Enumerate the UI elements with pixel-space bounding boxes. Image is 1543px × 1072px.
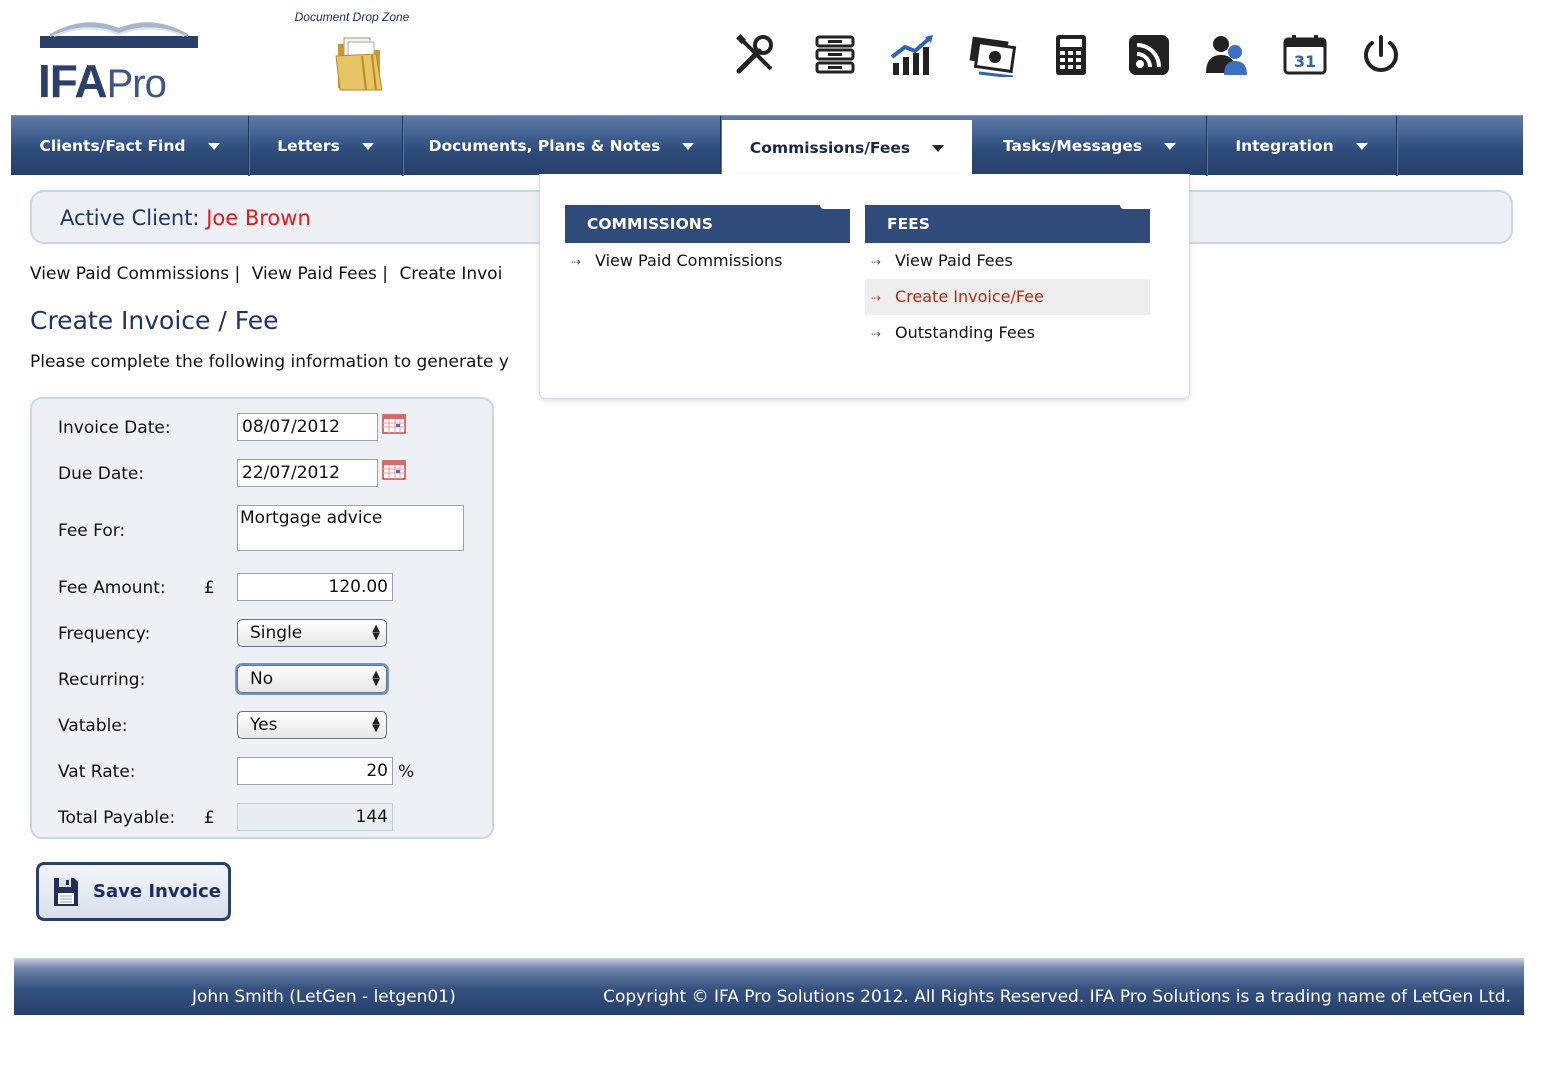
footer: John Smith (LetGen - letgen01) Copyright… <box>14 958 1524 1015</box>
logo-book-icon <box>40 22 198 48</box>
link-create-invoice[interactable]: Create Invoi <box>399 264 502 284</box>
dropdown-arrow-icon <box>207 142 220 150</box>
menu-item-outstanding-fees[interactable]: ⇢ Outstanding Fees <box>865 315 1150 351</box>
menu-item-view-paid-commissions[interactable]: ⇢ View Paid Commissions <box>565 243 850 279</box>
fees-header: FEES <box>865 205 1150 243</box>
due-date-label: Due Date: <box>58 464 145 484</box>
commissions-header: COMMISSIONS <box>565 205 850 243</box>
dropdown-arrow-icon <box>361 142 374 150</box>
page-intro: Please complete the following informatio… <box>30 352 509 372</box>
calendar-icon[interactable]: 31 <box>1280 30 1330 80</box>
commissions-column: COMMISSIONS ⇢ View Paid Commissions <box>565 205 850 279</box>
recurring-label: Recurring: <box>58 670 146 690</box>
link-view-paid-fees[interactable]: View Paid Fees | <box>252 264 388 284</box>
vat-rate-label: Vat Rate: <box>58 762 136 782</box>
total-payable-value: 144 <box>237 803 393 831</box>
select-arrows-icon: ▲ ▼ <box>372 669 380 688</box>
invoice-date-input[interactable]: 08/07/2012 <box>237 413 378 441</box>
arrow-right-icon: ⇢ <box>871 327 882 341</box>
fees-column: FEES ⇢ View Paid Fees ⇢ Create Invoice/Fee… <box>865 205 1150 351</box>
frequency-select[interactable]: Single ▲ ▼ <box>237 619 387 647</box>
nav-label: Letters <box>277 137 340 155</box>
fee-for-textarea[interactable]: Mortgage advice <box>237 505 464 551</box>
link-view-paid-commissions[interactable]: View Paid Commissions | <box>30 264 240 284</box>
due-date-input[interactable]: 22/07/2012 <box>237 459 378 487</box>
nav-label: Tasks/Messages <box>1002 137 1143 155</box>
nav-clients-fact-find[interactable]: Clients/Fact Find <box>11 116 249 176</box>
filing-icon[interactable] <box>810 30 860 80</box>
footer-copyright: Copyright © IFA Pro Solutions 2012. All … <box>603 987 1511 1007</box>
vatable-value: Yes <box>250 715 278 735</box>
total-payable-label: Total Payable: <box>58 808 176 828</box>
menu-item-label: Create Invoice/Fee <box>895 287 1044 306</box>
recurring-select[interactable]: No ▲ ▼ <box>237 665 387 693</box>
nav-label: Commissions/Fees <box>749 139 911 157</box>
nav-documents-plans-notes[interactable]: Documents, Plans & Notes <box>403 116 721 176</box>
vatable-label: Vatable: <box>58 716 128 736</box>
active-client-label: Active Client: Joe Brown <box>60 206 311 230</box>
calendar-day: 31 <box>1294 52 1316 71</box>
nav-commissions-fees[interactable]: Commissions/Fees <box>722 120 972 176</box>
select-arrows-icon: ▲ ▼ <box>372 715 380 734</box>
main-nav: Clients/Fact Find Letters Documents, Pla… <box>11 115 1523 176</box>
vat-rate-input[interactable]: 20 <box>237 757 393 785</box>
tools-icon[interactable] <box>730 30 780 80</box>
menu-item-label: View Paid Commissions <box>595 251 783 270</box>
arrow-right-icon: ⇢ <box>571 255 582 269</box>
nav-label: Clients/Fact Find <box>39 137 186 155</box>
fee-amount-input[interactable]: 120.00 <box>237 573 393 601</box>
menu-item-view-paid-fees[interactable]: ⇢ View Paid Fees <box>865 243 1150 279</box>
users-icon[interactable] <box>1202 30 1252 80</box>
nav-label: Integration <box>1235 137 1334 155</box>
frequency-value: Single <box>250 623 303 643</box>
menu-item-create-invoice-fee[interactable]: ⇢ Create Invoice/Fee <box>865 279 1150 315</box>
commissions-fees-dropdown: COMMISSIONS ⇢ View Paid Commissions FEES … <box>539 174 1190 399</box>
power-icon[interactable] <box>1356 30 1406 80</box>
dropdown-arrow-icon <box>682 142 695 150</box>
invoice-form: Invoice Date: 08/07/2012 Due Date: 22/07… <box>30 397 494 839</box>
footer-user: John Smith (LetGen - letgen01) <box>192 987 456 1007</box>
sub-links: View Paid Commissions | View Paid Fees |… <box>30 264 508 284</box>
percent-symbol: % <box>398 762 415 782</box>
calendar-picker-icon[interactable] <box>382 460 406 480</box>
nav-integration[interactable]: Integration <box>1207 116 1397 176</box>
page-title: Create Invoice / Fee <box>30 306 279 335</box>
nav-tasks-messages[interactable]: Tasks/Messages <box>973 116 1207 176</box>
save-invoice-label: Save Invoice <box>93 881 221 902</box>
calendar-picker-icon[interactable] <box>382 414 406 434</box>
floppy-disk-icon <box>54 877 78 906</box>
frequency-label: Frequency: <box>58 624 151 644</box>
dropdown-arrow-icon <box>1355 142 1368 150</box>
dropdown-arrow-icon <box>1164 142 1177 150</box>
money-icon[interactable] <box>968 30 1018 80</box>
currency-symbol: £ <box>204 578 215 598</box>
document-drop-zone[interactable]: Document Drop Zone <box>282 10 422 100</box>
rss-icon[interactable] <box>1124 30 1174 80</box>
arrow-right-icon: ⇢ <box>871 255 882 269</box>
folder-icon <box>335 37 383 91</box>
select-arrows-icon: ▲ ▼ <box>372 623 380 642</box>
invoice-date-label: Invoice Date: <box>58 418 171 438</box>
recurring-value: No <box>250 669 274 689</box>
active-client-name[interactable]: Joe Brown <box>206 206 311 230</box>
drop-zone-label: Document Drop Zone <box>294 10 410 24</box>
fee-amount-label: Fee Amount: <box>58 578 166 598</box>
vatable-select[interactable]: Yes ▲ ▼ <box>237 711 387 739</box>
arrow-right-icon: ⇢ <box>871 291 882 305</box>
nav-letters[interactable]: Letters <box>249 116 403 176</box>
menu-item-label: Outstanding Fees <box>895 323 1035 342</box>
menu-item-label: View Paid Fees <box>895 251 1013 270</box>
dropdown-arrow-icon <box>932 144 945 152</box>
logo-text: IFAPro <box>38 55 167 107</box>
ifa-pro-logo[interactable]: IFAPro <box>38 10 203 107</box>
chart-icon[interactable] <box>888 30 938 80</box>
fee-for-label: Fee For: <box>58 521 126 541</box>
nav-label: Documents, Plans & Notes <box>428 137 661 155</box>
save-invoice-button[interactable]: Save Invoice <box>36 862 231 921</box>
currency-symbol: £ <box>204 808 215 828</box>
calculator-icon[interactable] <box>1046 30 1096 80</box>
